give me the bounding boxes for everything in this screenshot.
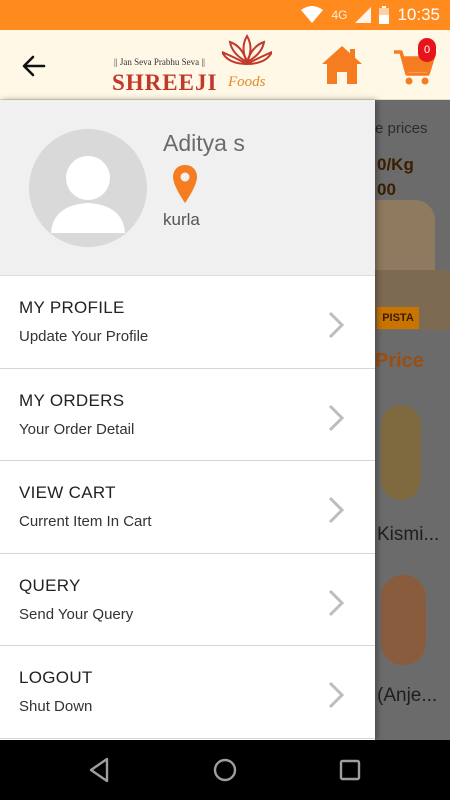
nav-home-icon[interactable] <box>210 755 240 785</box>
bg-product-name-2: (Anje... <box>377 685 438 706</box>
user-silhouette-icon <box>51 156 125 233</box>
menu-item-logout[interactable]: LOGOUT Shut Down <box>0 646 375 739</box>
bg-price-text-2: 00 <box>377 180 396 199</box>
network-type: 4G <box>331 8 348 22</box>
logo-brand-name: SHREEJI <box>112 70 218 95</box>
logo-tagline: || Jan Seva Prabhu Seva || <box>114 57 205 67</box>
menu-item-subtitle: Update Your Profile <box>19 328 149 345</box>
chevron-right-icon <box>328 404 345 431</box>
nav-recents-icon[interactable] <box>335 755 365 785</box>
nav-back-icon[interactable] <box>85 755 115 785</box>
bg-section-heading: Price <box>375 350 424 372</box>
menu-item-subtitle: Your Order Detail <box>19 420 135 438</box>
user-location: kurla <box>163 210 200 229</box>
wifi-icon <box>301 6 324 23</box>
clock: 10:35 <box>397 5 440 24</box>
chevron-right-icon <box>328 589 345 616</box>
menu-item-subtitle: Shut Down <box>19 698 93 715</box>
menu-item-subtitle: Send Your Query <box>19 605 134 623</box>
bg-product-tag: PISTA <box>377 307 419 329</box>
menu-item-view-cart[interactable]: VIEW CART Current Item In Cart <box>0 461 375 554</box>
cart-count-badge: 0 <box>418 38 436 62</box>
system-nav-bar <box>0 740 450 800</box>
navigation-drawer: Aditya s kurla MY PROFILE Update Your Pr… <box>0 100 375 740</box>
home-icon[interactable] <box>320 44 364 86</box>
menu-item-title: QUERY <box>19 575 81 595</box>
app-bar: || Jan Seva Prabhu Seva || SHREEJI Foods… <box>0 30 450 100</box>
chevron-right-icon <box>328 496 345 524</box>
logo-brand-suffix: Foods <box>228 74 266 90</box>
chevron-right-icon <box>328 681 345 709</box>
battery-icon <box>379 6 390 24</box>
user-name: Aditya s <box>163 130 245 156</box>
bg-prices-text: e prices <box>375 120 428 137</box>
brand-logo: || Jan Seva Prabhu Seva || SHREEJI Foods <box>110 30 290 100</box>
menu-item-query[interactable]: QUERY Send Your Query <box>0 554 375 646</box>
lotus-logo-icon <box>222 34 272 65</box>
chevron-right-icon <box>328 311 345 339</box>
status-bar: 4G 10:35 <box>0 0 450 30</box>
back-arrow-icon[interactable] <box>18 50 50 82</box>
location-pin-icon <box>173 165 197 203</box>
menu-item-my-profile[interactable]: MY PROFILE Update Your Profile <box>0 276 375 369</box>
bg-price-text: 0/Kg <box>377 155 414 174</box>
menu-item-title: MY ORDERS <box>19 390 125 410</box>
menu-item-title: VIEW CART <box>19 483 116 502</box>
menu-item-title: LOGOUT <box>19 668 93 687</box>
signal-icon <box>355 7 372 23</box>
bg-product-name-1: Kismi... <box>377 524 440 545</box>
menu-item-title: MY PROFILE <box>19 298 125 317</box>
bg-product-image-2 <box>381 405 421 500</box>
menu-item-subtitle: Current Item In Cart <box>19 513 152 530</box>
drawer-menu: MY PROFILE Update Your Profile MY ORDERS… <box>0 276 375 739</box>
profile-header: Aditya s kurla <box>0 100 375 276</box>
avatar[interactable] <box>29 129 147 247</box>
background-page: e prices 0/Kg 00 PISTA Price Kismi... (A… <box>375 100 450 740</box>
bg-product-image-3 <box>381 575 426 665</box>
menu-item-my-orders[interactable]: MY ORDERS Your Order Detail <box>0 369 375 461</box>
